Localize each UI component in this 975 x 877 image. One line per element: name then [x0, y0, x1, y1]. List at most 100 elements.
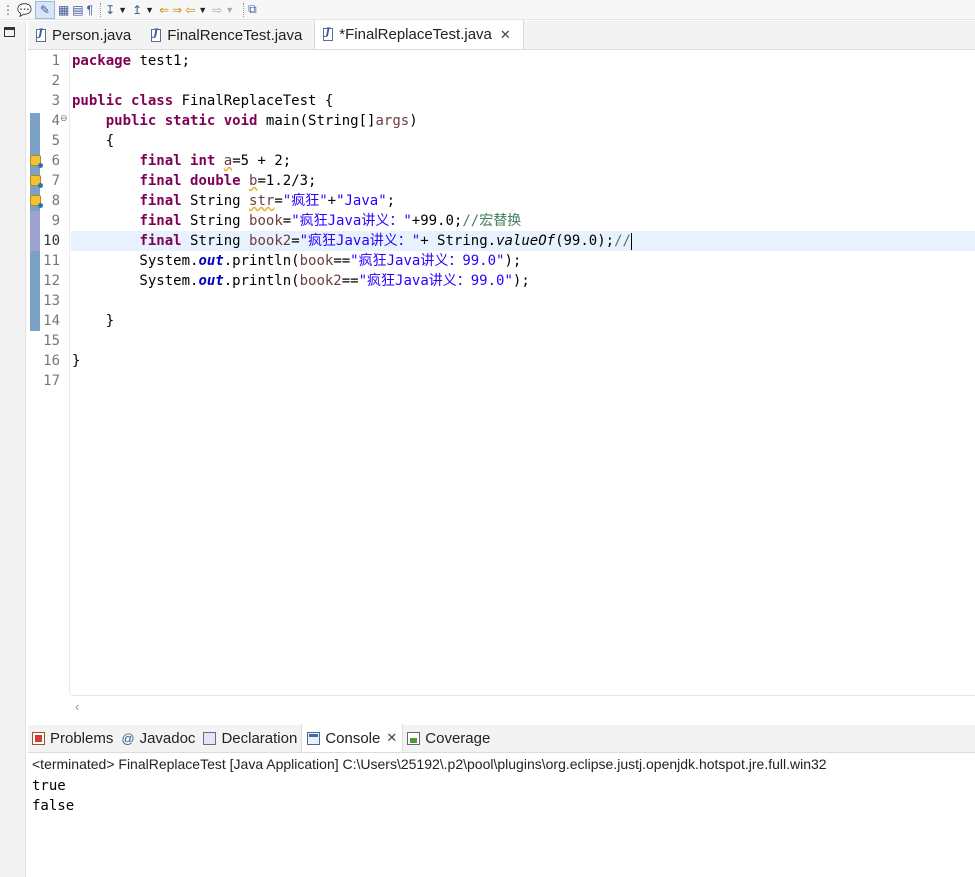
warning-icon[interactable] [30, 175, 43, 188]
code-token: = [282, 213, 292, 229]
code-line[interactable]: package test1; [71, 51, 975, 71]
line-number: 5 [51, 133, 60, 149]
console-view[interactable]: <terminated> FinalReplaceTest [Java Appl… [28, 754, 975, 877]
code-line[interactable]: System.out.println(book2=="疯狂Java讲义：99.0… [71, 271, 975, 291]
code-token: valueOf [496, 233, 556, 249]
close-icon[interactable]: ✕ [500, 27, 511, 43]
code-line[interactable]: } [71, 351, 975, 371]
code-token: final [139, 173, 182, 189]
coverage-icon [407, 732, 421, 745]
open-perspective-icon[interactable]: ⧉ [248, 1, 257, 19]
code-line[interactable]: final int a=5 + 2; [71, 151, 975, 171]
toggle-block-selection-icon[interactable]: ✎ [34, 0, 55, 19]
code-token: "疯狂Java讲义：99.0" [358, 273, 513, 289]
breadcrumb-icon[interactable]: ▤ [72, 1, 83, 19]
pin-editor-icon[interactable]: ⋮ [2, 1, 14, 19]
code-token: = [291, 233, 300, 249]
line-number: 3 [51, 93, 60, 109]
code-token: System. [72, 273, 199, 289]
code-line[interactable]: System.out.println(book=="疯狂Java讲义：99.0"… [71, 251, 975, 271]
horizontal-scrollbar[interactable]: ‹ [71, 695, 975, 721]
code-token: "疯狂Java讲义：99.0" [350, 253, 505, 269]
tab-person-java[interactable]: Person.java [28, 21, 143, 49]
line-number: 10 [43, 233, 60, 249]
code-line[interactable] [71, 71, 975, 91]
tab-coverage[interactable]: Coverage [403, 725, 494, 752]
code-line[interactable]: { [71, 131, 975, 151]
bottom-panel-tab-bar: Problems @ Javadoc Declaration Console ✕ Cover… [28, 724, 975, 753]
tab-label: FinalRenceTest.java [167, 26, 303, 44]
code-token: FinalReplaceTest { [173, 93, 334, 109]
forward-history-icon[interactable]: ⇒ [172, 1, 182, 19]
scroll-left-icon[interactable]: ‹ [75, 699, 79, 714]
code-text-area[interactable]: package test1; public class FinalReplaceT… [71, 51, 975, 695]
code-token: System. [72, 253, 199, 269]
line-number: 9 [51, 213, 60, 229]
line-number: 11 [43, 253, 60, 269]
close-icon[interactable]: ✕ [386, 730, 397, 746]
code-line[interactable]: final double b=1.2/3; [71, 171, 975, 191]
code-token: final [139, 193, 182, 209]
code-line[interactable] [71, 291, 975, 311]
tab-label: Coverage [425, 730, 491, 747]
editor-toolbar: ⋮ 💬 ✎ ▦ ▤ ¶ ↧ ▼ ↥ ▼ ⇐ ⇒ ⇦ ▼ ⇨ ▼ ⧉ [0, 0, 975, 20]
collapse-icon[interactable]: ⊖ [60, 113, 68, 124]
code-token: String [181, 233, 250, 249]
code-line[interactable] [71, 331, 975, 351]
code-line[interactable]: final String str="疯狂"+"Java"; [71, 191, 975, 211]
line-number: 2 [51, 73, 60, 89]
next-annotation-dropdown-icon[interactable]: ▼ [118, 5, 127, 15]
tab-final-replace-test-java[interactable]: *FinalReplaceTest.java ✕ [314, 20, 524, 49]
code-line[interactable]: public class FinalReplaceTest { [71, 91, 975, 111]
back-icon[interactable]: ⇦ [185, 1, 195, 19]
warning-icon[interactable] [30, 195, 43, 208]
code-token: book2 [299, 273, 342, 289]
code-line[interactable]: final String book2="疯狂Java讲义："+ String.v… [71, 231, 975, 251]
previous-annotation-icon[interactable]: ↥ [132, 1, 142, 19]
warning-icon[interactable] [30, 155, 43, 168]
tab-console[interactable]: Console ✕ [301, 724, 404, 752]
line-number: 7 [51, 173, 60, 189]
previous-annotation-dropdown-icon[interactable]: ▼ [145, 5, 154, 15]
show-whitespace-icon[interactable]: ¶ [87, 1, 93, 19]
code-line[interactable]: } [71, 311, 975, 331]
code-token: final [139, 213, 182, 229]
next-annotation-icon[interactable]: ↧ [105, 1, 115, 19]
back-dropdown-icon[interactable]: ▼ [198, 5, 207, 15]
code-token: "疯狂Java讲义：" [299, 233, 421, 249]
code-token: ; [386, 193, 396, 209]
tab-javadoc[interactable]: @ Javadoc [117, 725, 199, 752]
left-trim-bar [0, 21, 26, 877]
tab-problems[interactable]: Problems [28, 725, 117, 752]
forward-dropdown-icon[interactable]: ▼ [225, 5, 234, 15]
code-token: // [614, 233, 631, 249]
last-edit-location-icon[interactable]: ⇐ [159, 1, 169, 19]
code-line[interactable]: public static void main(String[]args) [71, 111, 975, 131]
tab-declaration[interactable]: Declaration [199, 725, 301, 752]
tab-label: Problems [50, 730, 114, 747]
code-token: book [299, 253, 334, 269]
line-number: 8 [51, 193, 60, 209]
restore-view-icon[interactable] [4, 27, 15, 37]
text-caret [630, 232, 632, 250]
code-token: a [223, 153, 233, 169]
code-editor[interactable]: 1 2 3 4 ⊖ 5 6 7 8 9 10 11 12 13 14 15 16 17 package test1… [28, 51, 975, 721]
change-marker [30, 231, 40, 251]
line-number: 6 [51, 153, 60, 169]
code-token: double [190, 173, 241, 189]
toggle-word-wrap-icon[interactable]: ▦ [58, 1, 69, 19]
toggle-mark-occurrences-icon[interactable]: 💬 [17, 1, 32, 19]
forward-icon[interactable]: ⇨ [212, 1, 222, 19]
code-token: + String. [420, 233, 497, 249]
tab-final-rence-test-java[interactable]: FinalRenceTest.java [143, 21, 314, 49]
code-line[interactable] [71, 371, 975, 391]
code-line[interactable]: final String book="疯狂Java讲义："+99.0;//宏替换 [71, 211, 975, 231]
